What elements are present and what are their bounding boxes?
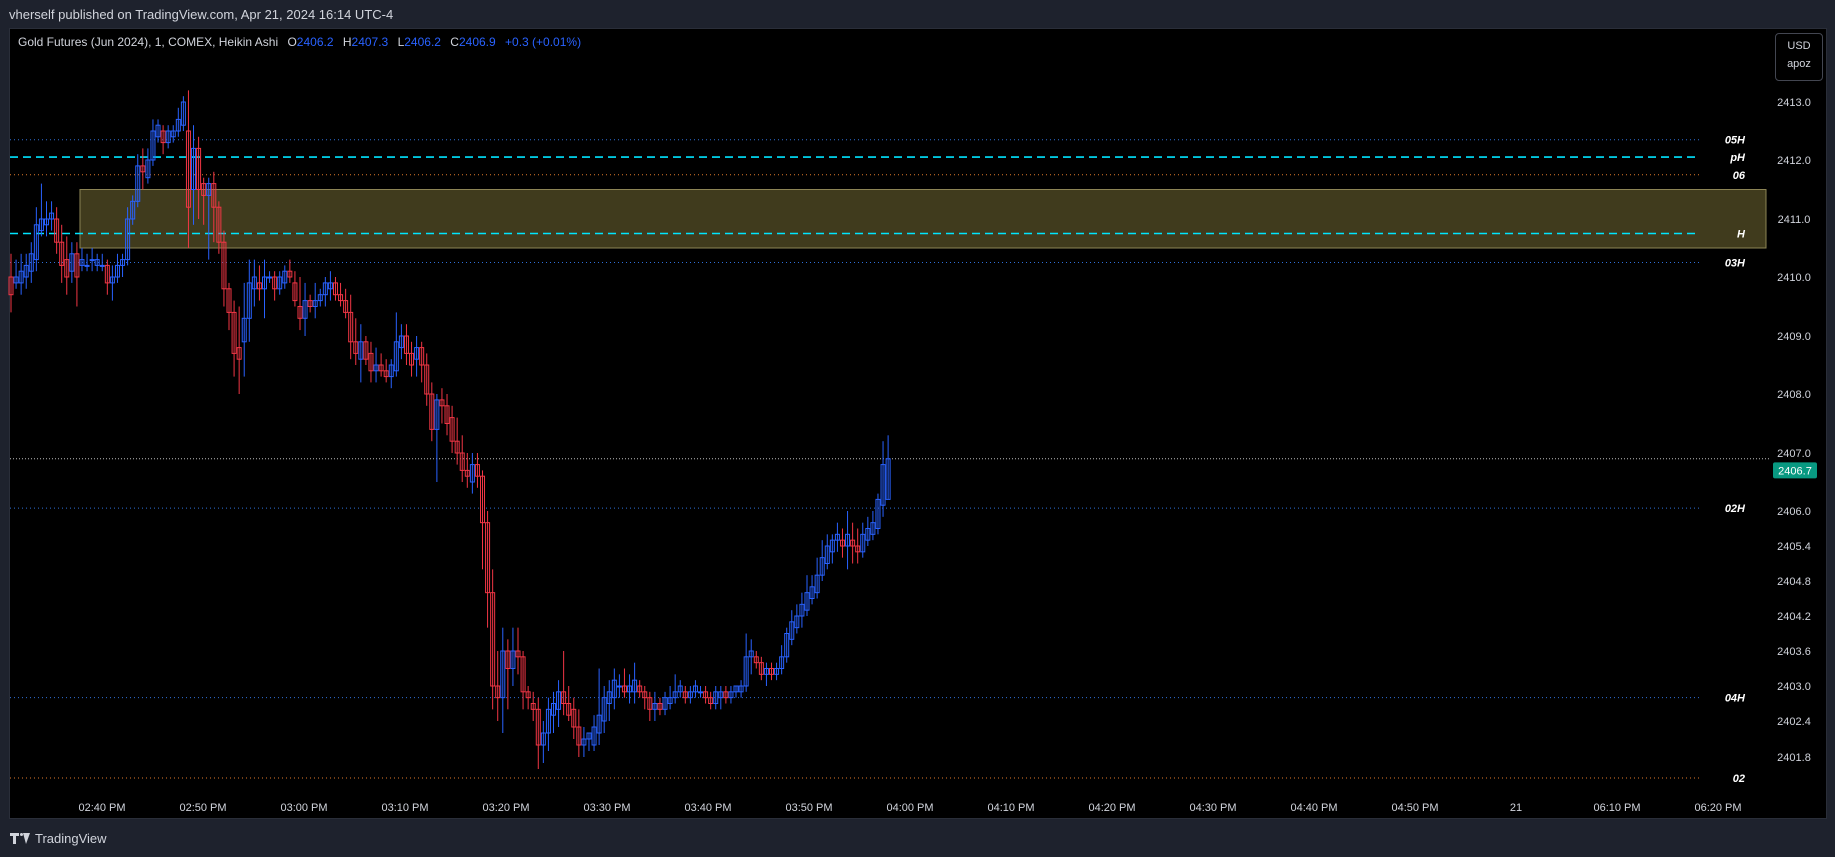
level-label-03h: 03H: [1725, 258, 1746, 270]
y-tick-label: 2403.0: [1777, 681, 1811, 693]
level-label-05h: 05H: [1725, 135, 1746, 147]
unit-label: apoz: [1787, 58, 1811, 70]
y-tick-label: 2410.0: [1777, 272, 1811, 284]
y-tick-label: 2411.0: [1778, 214, 1811, 226]
x-tick-label: 03:40 PM: [684, 802, 731, 814]
last-price-value: 2406.7: [1778, 465, 1812, 477]
currency-label: USD: [1787, 40, 1811, 52]
y-tick-label: 2406.0: [1777, 506, 1811, 518]
level-label-h: H: [1737, 229, 1746, 241]
y-tick-label: 2402.4: [1777, 716, 1811, 728]
level-label-02h: 02H: [1725, 503, 1746, 515]
x-tick-label: 02:40 PM: [78, 802, 125, 814]
y-tick-label: 2412.0: [1777, 155, 1811, 167]
symbol-name[interactable]: Gold Futures (Jun 2024), 1, COMEX, Heiki…: [18, 35, 278, 49]
low-value: 2406.2: [404, 35, 441, 49]
footer-bar: [0, 819, 1835, 857]
x-tick-label: 21: [1510, 802, 1522, 814]
open-value: 2406.2: [296, 35, 334, 49]
level-label-ph: pH: [1729, 152, 1746, 164]
x-tick-label: 02:50 PM: [179, 802, 226, 814]
x-tick-label: 04:20 PM: [1088, 802, 1135, 814]
candle-body: [267, 276, 273, 279]
x-tick-label: 03:50 PM: [785, 802, 832, 814]
x-tick-label: 03:10 PM: [381, 802, 428, 814]
x-tick-label: 03:20 PM: [482, 802, 529, 814]
close-label: C: [450, 35, 459, 49]
level-label-06: 06: [1733, 170, 1746, 182]
level-label-02: 02: [1733, 773, 1745, 785]
candle-body: [84, 264, 90, 267]
open-label: O: [287, 35, 297, 49]
tradingview-logo-icon: [10, 833, 30, 844]
x-tick-label: 04:40 PM: [1290, 802, 1337, 814]
high-value: 2407.3: [351, 35, 389, 49]
x-tick-label: 06:20 PM: [1694, 802, 1741, 814]
x-tick-label: 04:00 PM: [886, 802, 933, 814]
close-value: 2406.9: [458, 35, 496, 49]
x-tick-label: 04:50 PM: [1391, 802, 1438, 814]
tradingview-logo-text: TradingView: [35, 831, 107, 846]
currency-unit-button[interactable]: USD apoz: [1775, 33, 1823, 81]
x-tick-label: 04:10 PM: [987, 802, 1034, 814]
candle-body: [698, 691, 704, 694]
candle-body: [99, 264, 105, 267]
x-tick-label: 04:30 PM: [1189, 802, 1236, 814]
tradingview-logo[interactable]: TradingView: [10, 831, 107, 846]
y-tick-label: 2413.0: [1777, 97, 1811, 109]
y-tick-label: 2409.0: [1777, 331, 1811, 343]
y-tick-label: 2404.2: [1777, 611, 1811, 623]
y-tick-label: 2408.0: [1777, 389, 1811, 401]
y-tick-label: 2405.4: [1777, 541, 1811, 553]
symbol-legend: Gold Futures (Jun 2024), 1, COMEX, Heiki…: [18, 35, 581, 49]
x-tick-label: 03:30 PM: [583, 802, 630, 814]
supply-zone: [79, 189, 1767, 249]
high-label: H: [342, 35, 352, 49]
y-tick-label: 2407.0: [1777, 448, 1811, 460]
y-tick-label: 2401.8: [1777, 752, 1811, 764]
candle-body: [616, 685, 622, 688]
x-tick-label: 03:00 PM: [280, 802, 327, 814]
change-value: +0.3 (+0.01%): [505, 35, 582, 49]
level-label-04h: 04H: [1725, 693, 1746, 705]
y-tick-label: 2404.8: [1777, 576, 1811, 588]
x-tick-label: 06:10 PM: [1593, 802, 1640, 814]
y-tick-label: 2403.6: [1777, 646, 1811, 658]
candle-body: [89, 259, 95, 262]
candlestick-chart[interactable]: 05H pH 06 H 03H 02H 04H 02 2413.0 2412.0 2411.0 241…: [0, 0, 1835, 857]
